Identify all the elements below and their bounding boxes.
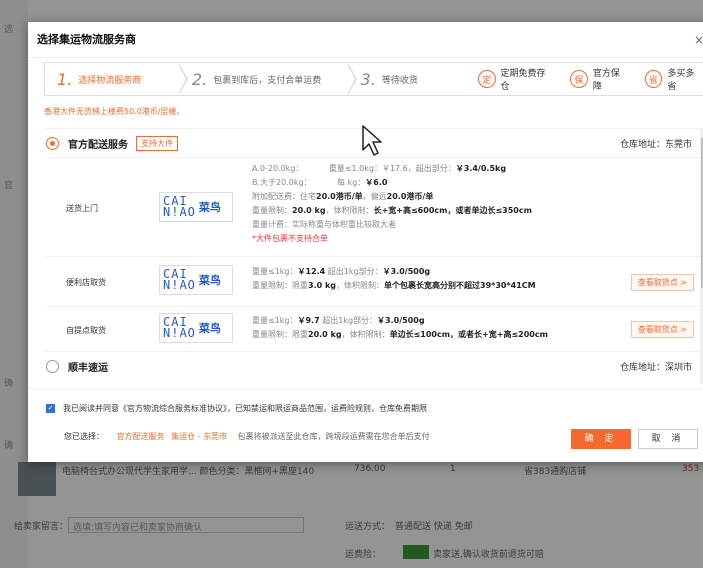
view-pickup-points-button[interactable]: 查看取货点 > <box>630 274 694 291</box>
bulky-notice: 香港大件无货梯上楼费50.0港币/层楼。 <box>44 107 185 116</box>
warehouse-address: 仓库地址：深圳市 <box>619 363 692 373</box>
modal-footer: ✓ 我已阅读并同意《官方物流综合服务标准协议》，已知禁运和限运商品范围，运费险规… <box>28 388 703 462</box>
feature-save-more: 省 多买多省 <box>644 66 703 92</box>
feature-label: 定期免费存仓 <box>500 69 546 92</box>
close-icon[interactable]: × <box>694 33 703 47</box>
selection-label: 您已选择： <box>64 432 104 441</box>
step-1: 1. 选择物流服务商 <box>45 63 188 95</box>
agreement-checkbox[interactable]: ✓ <box>46 404 55 413</box>
confirm-button[interactable]: 确 定 <box>571 429 631 449</box>
method-name: 送货上门 <box>66 204 98 213</box>
feature-label: 多买多省 <box>667 69 695 92</box>
option-name: 顺丰速运 <box>68 363 108 374</box>
logistics-modal: 选择集运物流服务商 × 1. 选择物流服务商 2. 包裹到库后，支付合单运费 3… <box>28 22 703 462</box>
step-2: 2. 包裹到库后，支付合单运费 <box>180 63 357 95</box>
step-3: 3. 等待收货 <box>349 63 462 95</box>
step-number: 2. <box>191 69 208 89</box>
cainiao-logo: CAI N!AO 菜鸟 <box>159 265 233 295</box>
step-label: 包裹到库后，支付合单运费 <box>213 75 322 86</box>
warehouse-address: 仓库地址：东莞市 <box>619 139 692 150</box>
cancel-button[interactable]: 取 消 <box>638 429 698 449</box>
modal-title: 选择集运物流服务商 <box>28 22 703 58</box>
service-options-list: 官方配送服务 支持大件 仓库地址：东莞市 送货上门 CAI N!AO 菜鸟 A.0… <box>44 128 700 384</box>
method-info: A.0-20.0kg： 重量≤1.0kg：￥17.6，超出部分：￥3.4/0.5… <box>252 164 532 243</box>
cainiao-logo: CAI N!AO 菜鸟 <box>159 313 233 343</box>
storage-icon: 定 <box>477 70 496 88</box>
method-name: 便利店取货 <box>66 278 106 287</box>
view-pickup-points-button[interactable]: 查看取货点 > <box>630 321 694 338</box>
steps-bar: 1. 选择物流服务商 2. 包裹到库后，支付合单运费 3. 等待收货 定 定期免… <box>44 62 703 96</box>
selection-summary: 您已选择： 官方配送服务 集运仓 - 东莞市 包裹将被派送至此仓库，跨境段运费需… <box>64 431 430 442</box>
step-label: 等待收货 <box>381 75 418 86</box>
radio-sf[interactable] <box>46 360 59 373</box>
radio-official[interactable] <box>46 136 59 150</box>
feature-guarantee: 保 官方保障 <box>570 66 629 92</box>
method-convenience-store: 便利店取货 CAI N!AO 菜鸟 重量≤1kg：￥12.4 超出1kg部分：￥3… <box>44 256 700 306</box>
save-icon: 省 <box>644 70 663 88</box>
option-sf[interactable]: 顺丰速运 仓库地址：深圳市 <box>44 351 700 381</box>
selection-desc: 包裹将被派送至此仓库，跨境段运费需在您合单后支付 <box>237 432 430 441</box>
bulky-tag: 支持大件 <box>136 135 178 151</box>
selected-service: 官方配送服务 <box>116 432 165 441</box>
step-number: 3. <box>360 69 376 89</box>
mouse-cursor-icon <box>362 125 382 156</box>
step-number: 1. <box>57 69 73 89</box>
method-home-delivery: 送货上门 CAI N!AO 菜鸟 A.0-20.0kg： 重量≤1.0kg：￥17… <box>44 157 700 256</box>
method-name: 自提点取货 <box>66 326 106 335</box>
step-label: 选择物流服务商 <box>78 75 142 86</box>
method-pickup-point: 自提点取货 CAI N!AO 菜鸟 重量≤1kg：￥9.7 超出1kg部分：￥3.… <box>44 306 700 351</box>
feature-free-storage: 定 定期免费存仓 <box>477 66 554 92</box>
option-name: 官方配送服务 <box>68 139 128 151</box>
method-info: 重量≤1kg：￥12.4 超出1kg部分：￥3.0/500g 重量限制：限重3.… <box>252 267 536 290</box>
agreement-text[interactable]: 我已阅读并同意《官方物流综合服务标准协议》，已知禁运和限运商品范围，运费险规则，… <box>63 403 427 414</box>
feature-label: 官方保障 <box>592 69 620 92</box>
cainiao-logo: CAI N!AO 菜鸟 <box>159 192 233 222</box>
guarantee-icon: 保 <box>570 70 588 88</box>
method-info: 重量≤1kg：￥9.7 超出1kg部分：￥3.0/500g 重量限制：限重20.… <box>252 316 548 339</box>
selected-route: 集运仓 - 东莞市 <box>171 432 228 441</box>
agreement-row[interactable]: ✓ 我已阅读并同意《官方物流综合服务标准协议》，已知禁运和限运商品范围，运费险规… <box>46 403 427 414</box>
